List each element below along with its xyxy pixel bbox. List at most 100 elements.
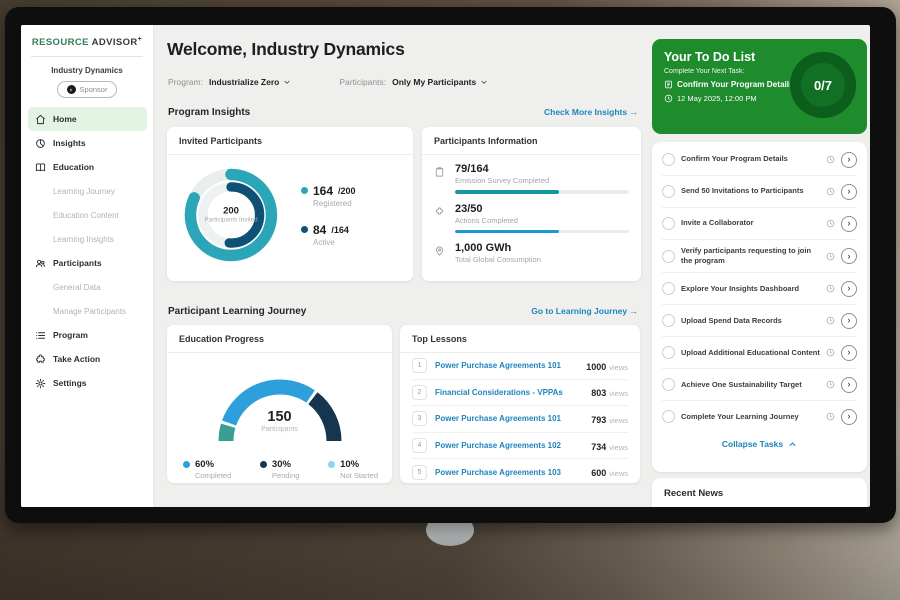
- rank-badge: 4: [412, 438, 427, 453]
- sponsor-badge[interactable]: Sponsor: [57, 81, 117, 98]
- rank-badge: 1: [412, 358, 427, 373]
- recent-news-title: Recent News: [664, 488, 855, 499]
- lesson-row: 3 Power Purchase Agreements 101 793views: [412, 406, 628, 433]
- program-filter-label: Program:: [168, 77, 203, 87]
- task-checkbox[interactable]: [662, 378, 675, 391]
- rank-badge: 5: [412, 465, 427, 480]
- task-open-button[interactable]: ›: [841, 216, 857, 232]
- chevron-down-icon: [283, 78, 291, 86]
- sidebar-item-learning-insights[interactable]: Learning Insights: [28, 227, 147, 251]
- dashboard-screen: RESOURCE ADVISOR+ Industry Dynamics Spon…: [21, 25, 870, 507]
- clock-icon: [826, 412, 835, 421]
- task-open-button[interactable]: ›: [841, 281, 857, 297]
- task-checkbox[interactable]: [662, 346, 675, 359]
- task-open-button[interactable]: ›: [841, 248, 857, 264]
- lesson-row: 5 Power Purchase Agreements 103 600views: [412, 459, 628, 485]
- check-more-insights-link[interactable]: Check More Insights →: [544, 107, 638, 117]
- legend-dot-completed: [183, 461, 190, 468]
- people-icon: [35, 258, 46, 269]
- lesson-link[interactable]: Financial Considerations - VPPAs: [435, 388, 583, 397]
- card-title: Education Progress: [167, 325, 392, 353]
- task-checkbox[interactable]: [662, 410, 675, 423]
- legend-dot-pending: [260, 461, 267, 468]
- top-lessons-card: Top Lessons 1 Power Purchase Agreements …: [400, 325, 640, 483]
- sidebar-item-education-content[interactable]: Education Content: [28, 203, 147, 227]
- lesson-link[interactable]: Power Purchase Agreements 101: [435, 361, 578, 370]
- sidebar-item-learning-journey[interactable]: Learning Journey: [28, 179, 147, 203]
- sidebar: RESOURCE ADVISOR+ Industry Dynamics Spon…: [21, 25, 154, 507]
- card-title: Participants Information: [422, 127, 641, 155]
- program-filter-dropdown[interactable]: Industrialize Zero: [209, 77, 291, 87]
- lesson-link[interactable]: Power Purchase Agreements 103: [435, 468, 583, 477]
- task-open-button[interactable]: ›: [841, 377, 857, 393]
- monitor-bezel: RESOURCE ADVISOR+ Industry Dynamics Spon…: [5, 7, 896, 523]
- clock-icon: [826, 316, 835, 325]
- task-open-button[interactable]: ›: [841, 152, 857, 168]
- sidebar-item-take-action[interactable]: Take Action: [28, 347, 147, 371]
- not-started-arc: [225, 426, 227, 441]
- task-checkbox[interactable]: [662, 250, 675, 263]
- sidebar-item-settings[interactable]: Settings: [28, 371, 147, 395]
- clock-icon: [826, 380, 835, 389]
- task-checkbox[interactable]: [662, 217, 675, 230]
- lesson-row: 4 Power Purchase Agreements 102 734views: [412, 433, 628, 460]
- participants-filter-dropdown[interactable]: Only My Participants: [392, 77, 488, 87]
- participants-filter-label: Participants:: [339, 77, 386, 87]
- task-row: Explore Your Insights Dashboard ›: [662, 273, 857, 305]
- actions-completed-row: 23/50 Actions Completed: [434, 203, 629, 234]
- document-icon: [664, 80, 673, 89]
- lesson-link[interactable]: Power Purchase Agreements 102: [435, 441, 583, 450]
- recent-news-card: Recent News: [652, 478, 867, 507]
- sidebar-item-participants[interactable]: Participants: [28, 251, 147, 275]
- app-logo: RESOURCE ADVISOR+: [21, 36, 153, 48]
- book-icon: [35, 162, 46, 173]
- home-icon: [35, 114, 46, 125]
- lesson-row: 1 Power Purchase Agreements 101 1000view…: [412, 353, 628, 380]
- clock-icon: [826, 284, 835, 293]
- todo-summary-panel: Your To Do List Complete Your Next Task:…: [652, 39, 867, 134]
- filter-bar: Program: Industrialize Zero Participants…: [168, 77, 488, 87]
- gauge-legend: 60% Completed 30% Pending 10% Not Starte…: [167, 451, 392, 480]
- lesson-link[interactable]: Power Purchase Agreements 101: [435, 414, 583, 423]
- sidebar-item-education[interactable]: Education: [28, 155, 147, 179]
- go-to-learning-journey-link[interactable]: Go to Learning Journey →: [531, 306, 638, 316]
- task-checkbox[interactable]: [662, 282, 675, 295]
- participants-information-card: Participants Information 79/164 Emission…: [422, 127, 641, 281]
- main-content: Welcome, Industry Dynamics Program: Indu…: [154, 25, 870, 507]
- sidebar-item-program[interactable]: Program: [28, 323, 147, 347]
- clock-icon: [664, 94, 673, 103]
- sidebar-item-manage-participants[interactable]: Manage Participants: [28, 299, 147, 323]
- logo-primary: RESOURCE: [32, 37, 89, 48]
- sidebar-item-home[interactable]: Home: [28, 107, 147, 131]
- lesson-row: 2 Financial Considerations - VPPAs 803vi…: [412, 380, 628, 407]
- task-open-button[interactable]: ›: [841, 345, 857, 361]
- chevron-up-icon: [788, 440, 797, 449]
- task-row: Verify participants requesting to join t…: [662, 240, 857, 273]
- task-row: Send 50 Invitations to Participants ›: [662, 176, 857, 208]
- task-checkbox[interactable]: [662, 314, 675, 327]
- actions-icon: [434, 203, 447, 234]
- clipboard-icon: [434, 163, 447, 194]
- collapse-tasks-button[interactable]: Collapse Tasks: [662, 432, 857, 453]
- sidebar-item-general-data[interactable]: General Data: [28, 275, 147, 299]
- todo-progress-ring: 0/7: [790, 52, 856, 118]
- rank-badge: 2: [412, 385, 427, 400]
- sidebar-item-insights[interactable]: Insights: [28, 131, 147, 155]
- list-icon: [35, 330, 46, 341]
- invited-participants-donut-chart: 200 Participants Invited: [177, 161, 285, 269]
- task-checkbox[interactable]: [662, 153, 675, 166]
- sponsor-icon: [67, 85, 76, 94]
- gear-icon: [35, 378, 46, 389]
- task-open-button[interactable]: ›: [841, 184, 857, 200]
- location-pin-icon: [434, 242, 447, 264]
- card-title: Top Lessons: [400, 325, 640, 353]
- task-open-button[interactable]: ›: [841, 409, 857, 425]
- clock-icon: [826, 155, 835, 164]
- task-checkbox[interactable]: [662, 185, 675, 198]
- sidebar-nav: Home Insights Education Learning Journey…: [21, 107, 154, 395]
- task-open-button[interactable]: ›: [841, 313, 857, 329]
- legend-completed: 60% Completed: [183, 459, 231, 480]
- donut-center-label: 200 Participants Invited: [202, 206, 260, 225]
- task-row: Upload Additional Educational Content ›: [662, 337, 857, 369]
- task-row: Confirm Your Program Details ›: [662, 144, 857, 176]
